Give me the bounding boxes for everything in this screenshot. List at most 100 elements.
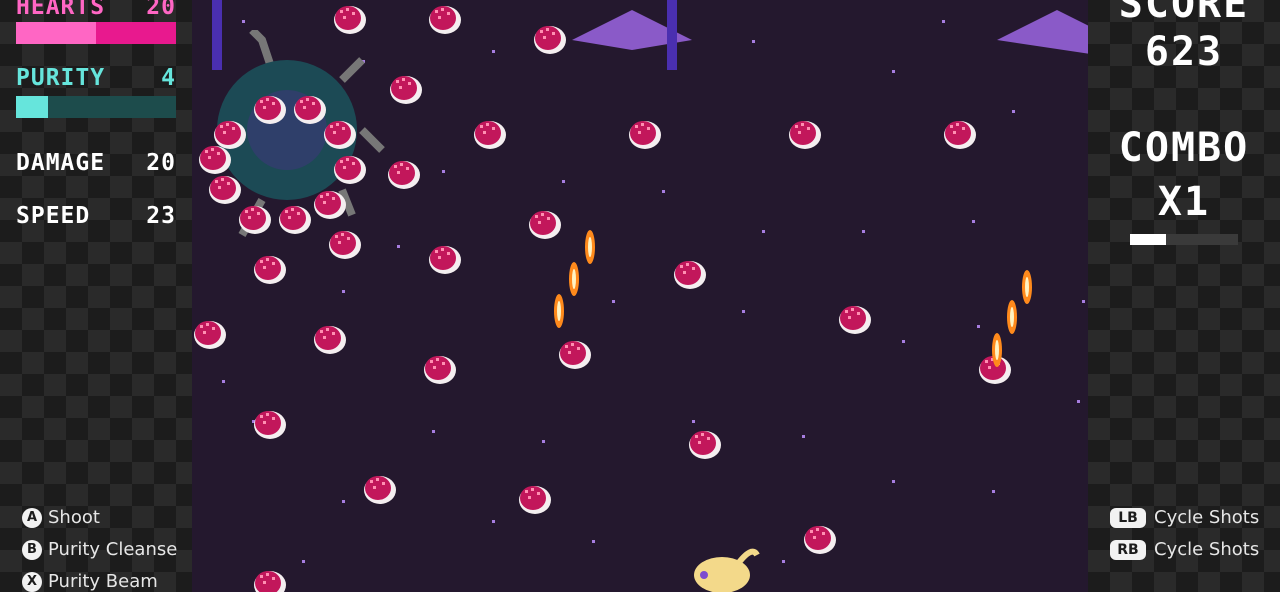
- star: [662, 190, 665, 193]
- boss-pod: [197, 140, 233, 176]
- purity-value: 4: [161, 65, 176, 91]
- star: [1082, 300, 1085, 303]
- enemy-orb: [527, 205, 563, 241]
- control-label-purity-beam: Purity Beam: [48, 571, 158, 592]
- combo-bar: [1130, 234, 1238, 245]
- enemy-bullet: [1022, 270, 1032, 304]
- control-label-cycle-shots-rb: Cycle Shots: [1154, 539, 1260, 560]
- star: [442, 170, 445, 173]
- enemy-orb: [672, 255, 708, 291]
- enemy-orb: [252, 565, 288, 592]
- control-hint-cycle-shots-lb: LB Cycle Shots: [1110, 507, 1259, 528]
- control-label-cycle-shots-lb: Cycle Shots: [1154, 507, 1260, 528]
- alien-ship-top-right: [997, 10, 1088, 54]
- star: [242, 20, 245, 23]
- star: [492, 520, 495, 523]
- left-hud-panel: HEARTS 20 PURITY 4 DAMAGE 20 SPEED 23 A …: [0, 0, 192, 592]
- boss-pod: [277, 200, 313, 236]
- enemy-orb: [252, 405, 288, 441]
- star: [762, 230, 765, 233]
- enemy-orb: [687, 425, 723, 461]
- purity-label: PURITY: [16, 65, 106, 91]
- star: [342, 500, 345, 503]
- boss-pod: [312, 185, 348, 221]
- combo-label: COMBO: [1118, 125, 1250, 171]
- enemy-orb: [942, 115, 978, 151]
- star: [1012, 110, 1015, 113]
- control-label-shoot: Shoot: [48, 507, 100, 528]
- enemy-orb: [327, 225, 363, 261]
- hearts-bar-fill: [16, 22, 96, 44]
- star: [977, 325, 980, 328]
- enemy-orb: [802, 520, 838, 556]
- rb-button-icon: RB: [1110, 539, 1146, 560]
- star: [342, 290, 345, 293]
- damage-label: DAMAGE: [16, 150, 106, 176]
- star: [782, 560, 785, 563]
- a-button-icon: A: [22, 507, 42, 528]
- speed-value: 23: [146, 203, 176, 229]
- enemy-orb: [472, 115, 508, 151]
- right-hud-panel: SCORE 623 COMBO X1 LB Cycle Shots RB Cyc…: [1088, 0, 1280, 592]
- hearts-value: 20: [146, 0, 176, 20]
- star: [972, 220, 975, 223]
- boss-pod: [252, 90, 288, 126]
- control-hint-purity-beam: X Purity Beam: [22, 571, 158, 592]
- star: [222, 380, 225, 383]
- hearts-label: HEARTS: [16, 0, 106, 20]
- star: [992, 490, 995, 493]
- star: [1077, 400, 1080, 403]
- score-label: SCORE: [1118, 0, 1250, 27]
- enemy-orb: [192, 315, 228, 351]
- speed-stat: SPEED 23: [16, 203, 176, 229]
- star: [942, 20, 945, 23]
- enemy-orb: [517, 480, 553, 516]
- purity-bar-fill: [16, 96, 48, 118]
- star: [612, 300, 615, 303]
- playfield: [192, 0, 1088, 592]
- star: [862, 230, 865, 233]
- control-hint-purity-cleanse: B Purity Cleanse: [22, 539, 177, 560]
- enemy-orb: [252, 250, 288, 286]
- star: [692, 420, 695, 423]
- enemy-orb: [332, 0, 368, 36]
- enemy-bullet: [585, 230, 595, 264]
- purity-bar-rest: [48, 96, 176, 118]
- enemy-orb: [386, 155, 422, 191]
- enemy-bullet: [554, 294, 564, 328]
- alien-ship-top-left: [212, 0, 222, 70]
- control-label-purity-cleanse: Purity Cleanse: [48, 539, 178, 560]
- combo-bar-fill: [1130, 234, 1166, 245]
- star: [802, 435, 805, 438]
- speed-label: SPEED: [16, 203, 91, 229]
- star: [542, 440, 545, 443]
- boss-pod: [322, 115, 358, 151]
- hearts-bar-rest: [96, 22, 176, 44]
- enemy-bullet: [1007, 300, 1017, 334]
- hearts-stat: HEARTS 20: [16, 0, 176, 20]
- enemy-orb: [627, 115, 663, 151]
- player-character: [694, 548, 760, 592]
- star: [752, 40, 755, 43]
- purity-bar: [16, 96, 176, 118]
- star: [432, 430, 435, 433]
- star: [302, 560, 305, 563]
- enemy-bullet: [992, 333, 1002, 367]
- star: [397, 245, 400, 248]
- enemy-orb: [312, 320, 348, 356]
- star: [892, 70, 895, 73]
- enemy-orb: [787, 115, 823, 151]
- enemy-orb: [532, 20, 568, 56]
- hearts-bar: [16, 22, 176, 44]
- enemy-orb: [427, 0, 463, 36]
- control-hint-cycle-shots-rb: RB Cycle Shots: [1110, 539, 1259, 560]
- star: [592, 540, 595, 543]
- boss-pod: [332, 150, 368, 186]
- enemy-orb: [427, 240, 463, 276]
- damage-value: 20: [146, 150, 176, 176]
- enemy-orb: [362, 470, 398, 506]
- lb-button-icon: LB: [1110, 507, 1146, 528]
- enemy-orb: [422, 350, 458, 386]
- star: [492, 50, 495, 53]
- star: [892, 480, 895, 483]
